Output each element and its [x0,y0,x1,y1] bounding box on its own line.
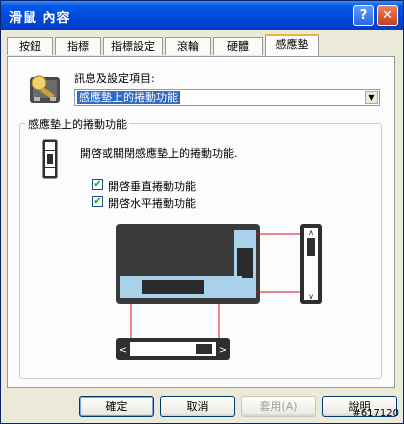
horizontal-scroll-checkbox[interactable]: ✔ [92,196,103,207]
touchpad-diagram: ∧ ∨ < > [116,224,322,360]
touchpad-settings-icon [30,75,60,103]
touchpad-illustration [116,224,260,304]
scroll-right-glyph: > [219,345,227,356]
touchpad-panel: 訊息及設定項目: 感應墊上的捲動功能 ▼ 感應墊上的捲動功能 開啓或關閉感應墊上… [7,56,395,388]
title-bar[interactable]: 滑鼠 內容 ? ✕ [1,1,403,30]
mouse-properties-window: 滑鼠 內容 ? ✕ 按鈕 指標 指標設定 滾輪 硬體 感應墊 訊息及設定項目: … [0,0,404,424]
settings-dropdown-value: 感應墊上的捲動功能 [77,91,180,104]
close-button[interactable]: ✕ [377,5,398,26]
scroll-down-glyph: ∨ [308,292,314,301]
watermark: #617120 [352,408,399,419]
settings-dropdown[interactable]: 感應墊上的捲動功能 ▼ [74,89,380,106]
scroll-left-glyph: < [119,345,127,356]
vertical-scrollbar-icon [42,139,58,179]
check-icon: ✔ [93,196,102,207]
ok-button[interactable]: 確定 [79,396,154,417]
tab-buttons[interactable]: 按鈕 [7,37,53,55]
group-title: 感應墊上的捲動功能 [26,116,129,132]
vertical-scroll-preview: ∧ ∨ [300,224,322,304]
scroll-group: 感應墊上的捲動功能 開啓或關閉感應墊上的捲動功能. ✔ 開啓垂直捲動功能 ✔ 開… [19,116,382,379]
vertical-scroll-label: 開啓垂直捲動功能 [108,180,196,193]
window-title: 滑鼠 內容 [9,11,71,26]
tab-pointer-options[interactable]: 指標設定 [103,37,163,55]
help-title-button[interactable]: ? [353,5,374,26]
settings-label: 訊息及設定項目: [74,72,155,85]
scroll-up-glyph: ∧ [308,228,314,237]
check-icon: ✔ [93,179,102,190]
horizontal-scroll-preview: < > [116,338,230,360]
tab-hardware[interactable]: 硬體 [213,37,263,55]
apply-button[interactable]: 套用(A) [241,396,316,417]
scroll-description: 開啓或關閉感應墊上的捲動功能. [80,147,238,160]
chevron-down-icon[interactable]: ▼ [365,91,378,104]
tab-pointers[interactable]: 指標 [55,37,101,55]
horizontal-scroll-label: 開啓水平捲動功能 [108,197,196,210]
tab-touchpad[interactable]: 感應墊 [265,34,319,56]
vertical-scroll-checkbox[interactable]: ✔ [92,179,103,190]
tab-wheel[interactable]: 滾輪 [165,37,211,55]
cancel-button[interactable]: 取消 [160,396,235,417]
